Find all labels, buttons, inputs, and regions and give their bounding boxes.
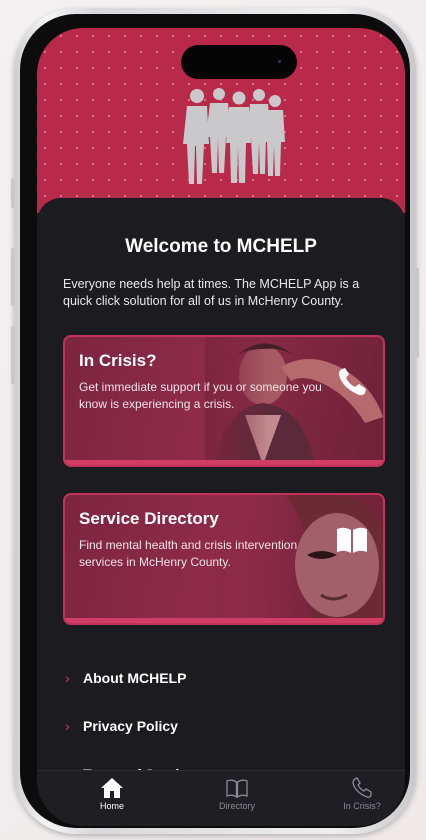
chevron-right-icon: ›	[65, 718, 70, 734]
link-privacy-policy[interactable]: › Privacy Policy	[65, 714, 178, 738]
app-screen: Welcome to MCHELP Everyone needs help at…	[37, 28, 405, 826]
link-label: About MCHELP	[83, 670, 187, 686]
volume-up-button	[11, 248, 15, 306]
book-icon	[226, 779, 248, 799]
tab-home[interactable]: Home	[67, 777, 157, 811]
dynamic-island	[181, 45, 297, 79]
camera-dot	[278, 60, 281, 63]
card-accent-bar	[65, 460, 383, 465]
phone-bezel: Welcome to MCHELP Everyone needs help at…	[20, 14, 410, 828]
service-directory-description: Find mental health and crisis interventi…	[79, 538, 298, 569]
intro-text: Everyone needs help at times. The MCHELP…	[63, 277, 360, 308]
phone-icon	[339, 368, 366, 396]
service-directory-title: Service Directory	[79, 509, 219, 528]
service-directory-card[interactable]: Service Directory Find mental health and…	[63, 493, 385, 625]
bottom-tab-bar: Home Directory In Crisis?	[37, 770, 405, 826]
in-crisis-title: In Crisis?	[79, 351, 157, 370]
chevron-right-icon: ›	[65, 670, 70, 686]
in-crisis-card[interactable]: In Crisis? Get immediate support if you …	[63, 335, 385, 467]
volume-down-button	[11, 326, 15, 384]
home-icon	[101, 778, 123, 798]
phone-icon	[352, 777, 372, 798]
card-accent-bar	[65, 618, 383, 623]
tab-label: Home	[99, 801, 124, 811]
people-group-image	[183, 88, 285, 184]
action-button	[11, 178, 15, 208]
book-icon	[337, 527, 367, 553]
link-label: Privacy Policy	[83, 718, 178, 734]
in-crisis-description: Get immediate support if you or someone …	[79, 380, 322, 411]
link-about-mchelp[interactable]: › About MCHELP	[65, 666, 186, 690]
phone-frame: Welcome to MCHELP Everyone needs help at…	[11, 8, 419, 834]
tab-in-crisis[interactable]: In Crisis?	[317, 777, 405, 811]
tab-label: In Crisis?	[343, 801, 381, 811]
tab-directory[interactable]: Directory	[192, 777, 282, 811]
tab-label: Directory	[218, 801, 255, 811]
main-content: Welcome to MCHELP Everyone needs help at…	[37, 198, 405, 826]
power-button	[415, 268, 419, 358]
page-title: Welcome to MCHELP	[125, 236, 317, 257]
